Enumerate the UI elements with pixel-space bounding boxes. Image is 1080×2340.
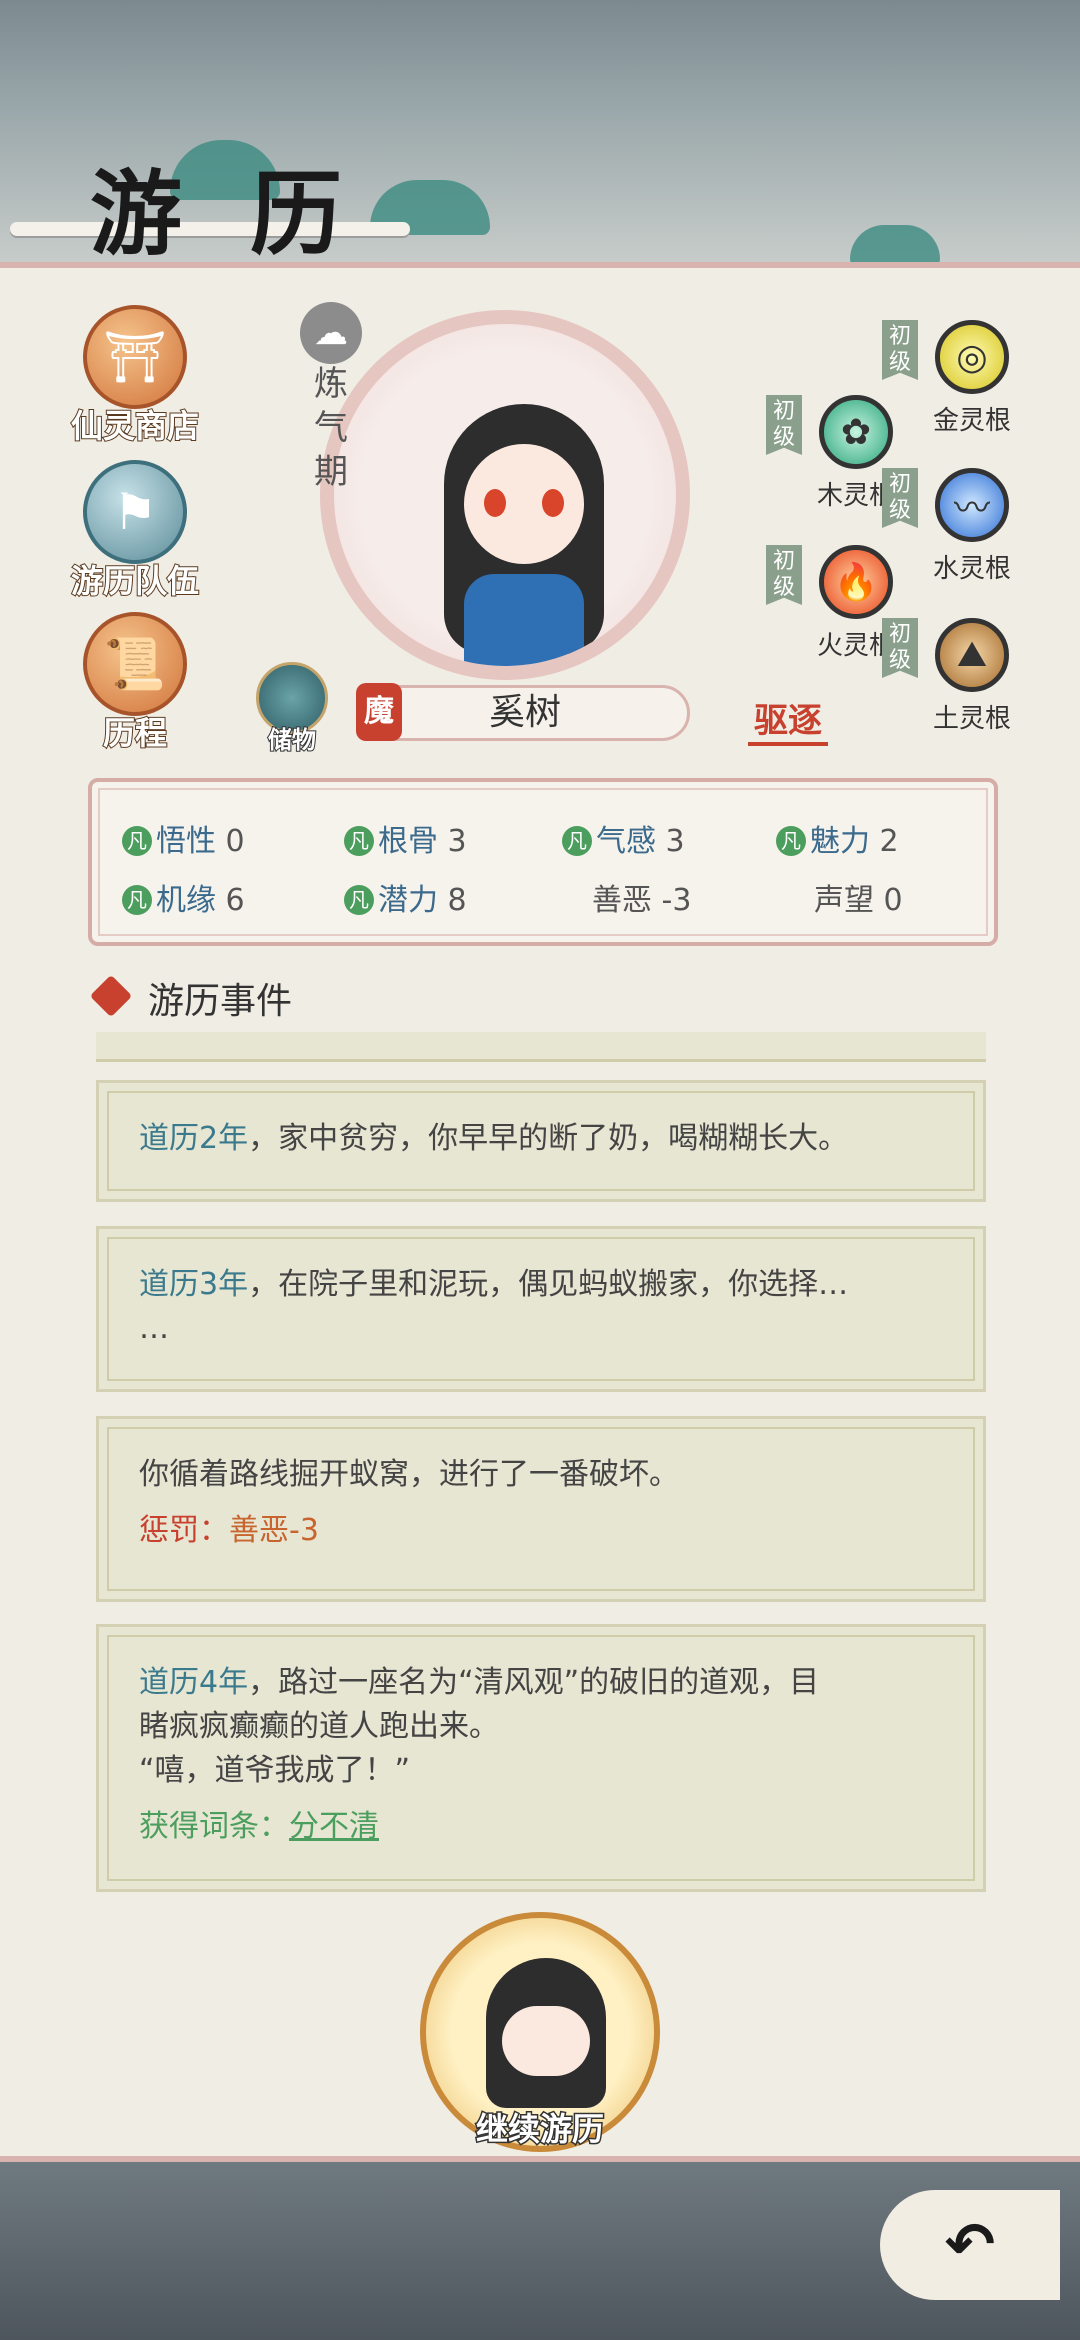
event-card: 你循着路线掘开蚁窝，进行了一番破坏。 惩罚：善恶-3 — [96, 1416, 986, 1602]
diamond-icon — [89, 974, 133, 1018]
stat-label: 魅力 — [810, 824, 870, 859]
event-text: ，在院子里和泥玩，偶见蚂蚁搬家，你选择… — [248, 1267, 849, 1302]
gain-label: 获得词条： — [139, 1809, 289, 1844]
stat-meili: 凡魅力 2 — [776, 816, 899, 860]
stat-value: 0 — [225, 824, 245, 859]
fire-element-icon: 🔥 — [819, 545, 893, 619]
stat-value: 3 — [447, 824, 467, 859]
root-name: 土灵根 — [932, 704, 1011, 734]
team-flag-icon: ⚑ — [83, 460, 187, 564]
storage-button[interactable]: 储物 — [252, 662, 332, 755]
child-portrait-face — [502, 2006, 590, 2076]
travel-team-button[interactable]: ⚑ 游历队伍 — [60, 460, 210, 602]
gold-element-icon: ◎ — [935, 320, 1009, 394]
event-year: 道历3年 — [139, 1267, 249, 1302]
character-portrait[interactable] — [320, 310, 690, 680]
penalty-label: 惩罚： — [139, 1513, 229, 1548]
grade-badge: 凡 — [122, 826, 152, 856]
cloud-icon: ☁ — [300, 302, 362, 364]
stat-qianli: 凡潜力 8 — [344, 875, 467, 919]
grade-badge: 凡 — [344, 826, 374, 856]
event-card-partial — [96, 1032, 986, 1062]
root-grade: 初级 — [882, 320, 918, 380]
spirit-root-gold[interactable]: 初级 ◎ 金灵根 — [882, 320, 1032, 437]
stat-qigan: 凡气感 3 — [562, 816, 685, 860]
event-text: 你循着路线掘开蚁窝，进行了一番破坏。 — [139, 1457, 679, 1492]
wood-element-icon: ✿ — [819, 395, 893, 469]
stat-value: 8 — [447, 883, 467, 918]
event-text-cont: 睹疯疯癫癫的道人跑出来。 — [139, 1709, 499, 1744]
expel-button[interactable]: 驱逐 — [748, 693, 828, 746]
event-text: ，路过一座名为“清风观”的破旧的道观，目 — [248, 1665, 820, 1700]
stat-value: -3 — [661, 883, 692, 918]
stat-label: 潜力 — [378, 883, 438, 918]
continue-travel-button[interactable]: 继续游历 — [420, 1912, 660, 2152]
shop-icon: ⛩ — [83, 305, 187, 409]
stat-value: 0 — [883, 883, 903, 918]
grade-badge: 凡 — [344, 885, 374, 915]
event-card: 道历4年，路过一座名为“清风观”的破旧的道观，目 睹疯疯癫癫的道人跑出来。 “嘻… — [96, 1624, 986, 1892]
eye-left — [484, 489, 506, 517]
stat-value: 6 — [225, 883, 245, 918]
spirit-shop-button[interactable]: ⛩ 仙灵商店 — [60, 305, 210, 447]
stat-gengu: 凡根骨 3 — [344, 816, 467, 860]
earth-element-icon: ⛰ — [935, 618, 1009, 692]
grade-badge: 凡 — [776, 826, 806, 856]
trait-link[interactable]: 分不清 — [289, 1809, 379, 1844]
event-quote: “嘻，道爷我成了！” — [139, 1753, 411, 1788]
event-year: 道历4年 — [139, 1665, 249, 1700]
travel-team-label: 游历队伍 — [70, 561, 200, 601]
journey-history-label: 历程 — [102, 713, 168, 753]
stat-wuxing: 凡悟性 0 — [122, 816, 245, 860]
stat-label: 气感 — [596, 824, 656, 859]
events-section-title: 游历事件 — [89, 972, 293, 1024]
face-shape — [464, 444, 584, 564]
root-name: 水灵根 — [932, 554, 1011, 584]
event-card: 道历3年，在院子里和泥玩，偶见蚂蚁搬家，你选择… … — [96, 1226, 986, 1392]
grade-badge: 凡 — [562, 826, 592, 856]
stat-value: 3 — [665, 824, 685, 859]
cultivation-realm: 炼气期 — [314, 364, 348, 492]
stat-label: 声望 — [814, 883, 874, 918]
page-title: 游 历 — [90, 160, 361, 268]
stat-jiyuan: 凡机缘 6 — [122, 875, 245, 919]
stat-value: 2 — [879, 824, 899, 859]
root-grade: 初级 — [882, 468, 918, 528]
event-text-cont: … — [139, 1311, 169, 1346]
grade-badge: 凡 — [122, 885, 152, 915]
water-element-icon: 〰 — [935, 468, 1009, 542]
stat-shane: 善恶 -3 — [592, 875, 691, 919]
continue-travel-label: 继续游历 — [474, 2109, 605, 2150]
penalty-value: 善恶-3 — [229, 1513, 319, 1548]
stat-label: 悟性 — [156, 824, 216, 859]
event-card: 道历2年，家中贫穷，你早早的断了奶，喝糊糊长大。 — [96, 1080, 986, 1202]
scroll-icon: 📜 — [83, 612, 187, 716]
event-year: 道历2年 — [139, 1121, 249, 1156]
back-arrow-icon: ↶ — [944, 2210, 996, 2280]
back-button[interactable]: ↶ — [880, 2190, 1060, 2300]
root-grade: 初级 — [766, 545, 802, 605]
stat-label: 机缘 — [156, 883, 216, 918]
dress-shape — [464, 574, 584, 666]
stat-label: 根骨 — [378, 824, 438, 859]
stat-label: 善恶 — [592, 883, 652, 918]
spirit-root-earth[interactable]: 初级 ⛰ 土灵根 — [882, 618, 1032, 735]
event-text: ，家中贫穷，你早早的断了奶，喝糊糊长大。 — [248, 1121, 849, 1156]
spirit-shop-label: 仙灵商店 — [70, 406, 200, 446]
character-name: 奚树 — [360, 685, 690, 741]
demon-badge: 魔 — [356, 683, 402, 741]
root-grade: 初级 — [882, 618, 918, 678]
storage-label: 储物 — [267, 725, 317, 755]
eye-right — [542, 489, 564, 517]
root-name: 金灵根 — [932, 406, 1011, 436]
events-title-text: 游历事件 — [148, 981, 293, 1022]
stat-shengwang: 声望 0 — [814, 875, 903, 919]
journey-history-button[interactable]: 📜 历程 — [60, 612, 210, 754]
spirit-root-water[interactable]: 初级 〰 水灵根 — [882, 468, 1032, 585]
attribute-panel: 凡悟性 0 凡根骨 3 凡气感 3 凡魅力 2 凡机缘 6 凡潜力 8 善恶 -… — [88, 778, 998, 946]
root-grade: 初级 — [766, 395, 802, 455]
